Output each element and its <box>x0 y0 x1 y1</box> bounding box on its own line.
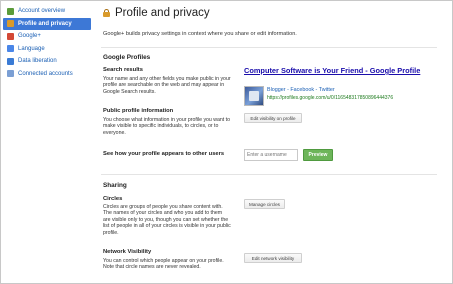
intro-text: Google+ builds privacy settings in conte… <box>103 31 297 37</box>
language-icon <box>7 45 14 52</box>
sidebar-item-google-plus[interactable]: Google+ <box>3 30 91 42</box>
network-visibility-title: Network Visibility <box>103 249 152 255</box>
page-header: Profile and privacy <box>103 7 210 19</box>
circles-desc: Circles are groups of people you share c… <box>103 204 231 236</box>
google-plus-icon <box>7 32 14 40</box>
account-icon <box>7 7 14 15</box>
sidebar-item-profile-and-privacy[interactable]: Profile and privacy <box>3 17 91 30</box>
profile-url[interactable]: https://profiles.google.com/u/0/11654831… <box>267 95 393 101</box>
sidebar-item-label: Profile and privacy <box>18 20 72 27</box>
sidebar-item-connected-accounts[interactable]: Connected accounts <box>3 68 91 80</box>
page-title: Profile and privacy <box>115 7 210 19</box>
lock-icon <box>103 9 110 17</box>
profile-name-link[interactable]: Computer Software is Your Friend - Googl… <box>244 66 452 76</box>
sidebar-item-language[interactable]: Language <box>3 43 91 55</box>
section-title-google-profiles: Google Profiles <box>103 54 151 61</box>
profile-preview-card: Computer Software is Your Friend - Googl… <box>244 66 452 106</box>
divider <box>101 47 437 48</box>
circles-title: Circles <box>103 196 123 202</box>
sidebar-item-data-liberation[interactable]: Data liberation <box>3 55 91 67</box>
public-info-desc: You choose what information in your prof… <box>103 117 230 136</box>
public-info-title: Public profile information <box>103 108 174 114</box>
profile-thumbnail <box>244 86 264 106</box>
sidebar-item-label: Language <box>18 45 45 52</box>
sidebar: Account overview Profile and privacy Goo… <box>3 5 91 80</box>
sidebar-item-label: Connected accounts <box>18 70 73 77</box>
divider <box>101 174 437 175</box>
section-title-sharing: Sharing <box>103 182 127 189</box>
manage-circles-button[interactable]: Manage circles <box>244 199 285 209</box>
edit-network-visibility-button[interactable]: Edit network visibility <box>244 253 302 263</box>
sidebar-item-label: Data liberation <box>18 58 57 64</box>
connected-accounts-icon <box>7 70 14 77</box>
window-frame: Account overview Profile and privacy Goo… <box>0 0 453 284</box>
search-results-title: Search results <box>103 67 143 73</box>
see-profile-title: See how your profile appears to other us… <box>103 151 225 157</box>
sidebar-item-label: Account overview <box>18 8 66 14</box>
network-visibility-desc: You can control which people appear on y… <box>103 258 224 271</box>
data-liberation-icon <box>7 57 14 65</box>
profile-links[interactable]: Blogger - Facebook - Twitter <box>267 87 335 93</box>
sidebar-item-account-overview[interactable]: Account overview <box>3 5 91 17</box>
preview-button[interactable]: Preview <box>303 149 333 161</box>
search-results-desc: Your name and any other fields you make … <box>103 76 231 95</box>
username-input[interactable] <box>244 149 298 161</box>
sidebar-item-label: Google+ <box>18 33 41 39</box>
edit-visibility-on-profile-button[interactable]: Edit visibility on profile <box>244 113 302 123</box>
lock-icon <box>7 20 14 27</box>
